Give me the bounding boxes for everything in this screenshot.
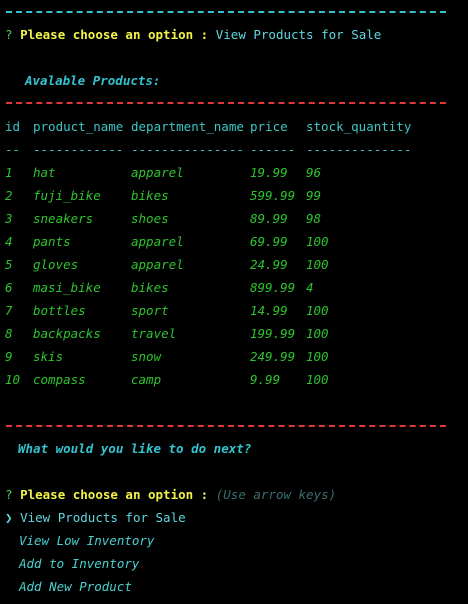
- table-cell-product-name: masi_bike: [33, 280, 101, 295]
- table-cell-stock-quantity: 100: [306, 326, 329, 341]
- table-cell-product-name: gloves: [33, 257, 79, 272]
- table-cell-department-name: apparel: [131, 165, 184, 180]
- table-cell-price: 69.99: [250, 234, 288, 249]
- table-cell-department-name: snow: [131, 349, 162, 364]
- table-cell-product-name: skis: [33, 349, 64, 364]
- table-cell-department-name: bikes: [131, 188, 169, 203]
- table-cell-price: 19.99: [250, 165, 288, 180]
- menu-item-label: Add New Product: [19, 579, 132, 594]
- table-cell-price: 249.99: [250, 349, 296, 364]
- table-cell-price: 199.99: [250, 326, 296, 341]
- table-cell-product-name: hat: [33, 165, 56, 180]
- menu-item-label: View Low Inventory: [19, 533, 155, 548]
- table-cell-product-name: fuji_bike: [33, 188, 101, 203]
- question-mark: ?: [5, 487, 13, 502]
- table-cell-price: 599.99: [250, 188, 296, 203]
- table-cell-stock-quantity: 99: [306, 188, 322, 203]
- table-cell-price: 24.99: [250, 257, 288, 272]
- table-cell-product-name: compass: [33, 372, 86, 387]
- table-cell-stock-quantity: 96: [306, 165, 322, 180]
- table-cell-id: 7: [5, 303, 13, 318]
- prompt-answer: View Products for Sale: [215, 27, 382, 42]
- arrow-keys-hint: (Use arrow keys): [215, 487, 337, 502]
- table-cell-department-name: shoes: [131, 211, 169, 226]
- menu-item[interactable]: Add to Inventory: [5, 556, 139, 572]
- menu-item-label: View Products for Sale: [20, 510, 186, 525]
- red-separator-top: [6, 102, 446, 104]
- table-cell-department-name: camp: [131, 372, 162, 387]
- column-separator: ---------------: [131, 142, 244, 157]
- table-cell-stock-quantity: 100: [306, 257, 329, 272]
- menu-item-label: Add to Inventory: [19, 556, 140, 571]
- column-separator: --: [5, 142, 21, 157]
- table-cell-id: 2: [5, 188, 13, 203]
- menu-item[interactable]: Add New Product: [5, 579, 132, 595]
- column-header-id: id: [5, 119, 21, 134]
- table-cell-department-name: travel: [131, 326, 177, 341]
- table-cell-product-name: sneakers: [33, 211, 94, 226]
- table-cell-id: 6: [5, 280, 13, 295]
- table-cell-product-name: pants: [33, 234, 71, 249]
- column-separator: ------: [250, 142, 296, 157]
- cyan-separator-top: [6, 11, 446, 13]
- table-cell-department-name: sport: [131, 303, 169, 318]
- table-cell-price: 899.99: [250, 280, 296, 295]
- table-cell-price: 89.99: [250, 211, 288, 226]
- table-cell-price: 14.99: [250, 303, 288, 318]
- table-cell-department-name: apparel: [131, 234, 184, 249]
- table-cell-stock-quantity: 4: [306, 280, 314, 295]
- table-cell-id: 1: [5, 165, 13, 180]
- table-cell-stock-quantity: 100: [306, 303, 329, 318]
- table-cell-id: 5: [5, 257, 13, 272]
- prompt-line-2: ? Please choose an option : (Use arrow k…: [5, 487, 336, 503]
- column-header-department-name: department_name: [131, 119, 244, 134]
- table-cell-product-name: backpacks: [33, 326, 101, 341]
- table-cell-stock-quantity: 98: [306, 211, 322, 226]
- table-cell-id: 3: [5, 211, 13, 226]
- terminal-window: ? Please choose an option : View Product…: [0, 0, 468, 604]
- table-cell-stock-quantity: 100: [306, 349, 329, 364]
- table-cell-stock-quantity: 100: [306, 372, 329, 387]
- column-header-product-name: product_name: [33, 119, 124, 134]
- table-cell-product-name: bottles: [33, 303, 86, 318]
- table-cell-id: 4: [5, 234, 13, 249]
- table-cell-id: 9: [5, 349, 13, 364]
- prompt-label: Please choose an option :: [20, 487, 209, 502]
- selection-pointer-icon: ❯: [5, 510, 13, 525]
- menu-item[interactable]: ❯ View Products for Sale: [5, 510, 186, 526]
- table-cell-id: 8: [5, 326, 13, 341]
- prompt-label: Please choose an option :: [20, 27, 209, 42]
- prompt-line-1: ? Please choose an option : View Product…: [5, 27, 381, 43]
- column-separator: ------------: [33, 142, 124, 157]
- available-products-heading: Avalable Products:: [25, 73, 161, 88]
- table-cell-department-name: bikes: [131, 280, 169, 295]
- question-mark: ?: [5, 27, 13, 42]
- table-cell-stock-quantity: 100: [306, 234, 329, 249]
- menu-item[interactable]: View Low Inventory: [5, 533, 154, 549]
- red-separator-bottom: [6, 425, 446, 427]
- table-cell-department-name: apparel: [131, 257, 184, 272]
- column-separator: --------------: [306, 142, 412, 157]
- table-cell-price: 9.99: [250, 372, 281, 387]
- column-header-stock-quantity: stock_quantity: [306, 119, 412, 134]
- next-question: What would you like to do next?: [18, 441, 252, 456]
- table-cell-id: 10: [5, 372, 21, 387]
- column-header-price: price: [250, 119, 288, 134]
